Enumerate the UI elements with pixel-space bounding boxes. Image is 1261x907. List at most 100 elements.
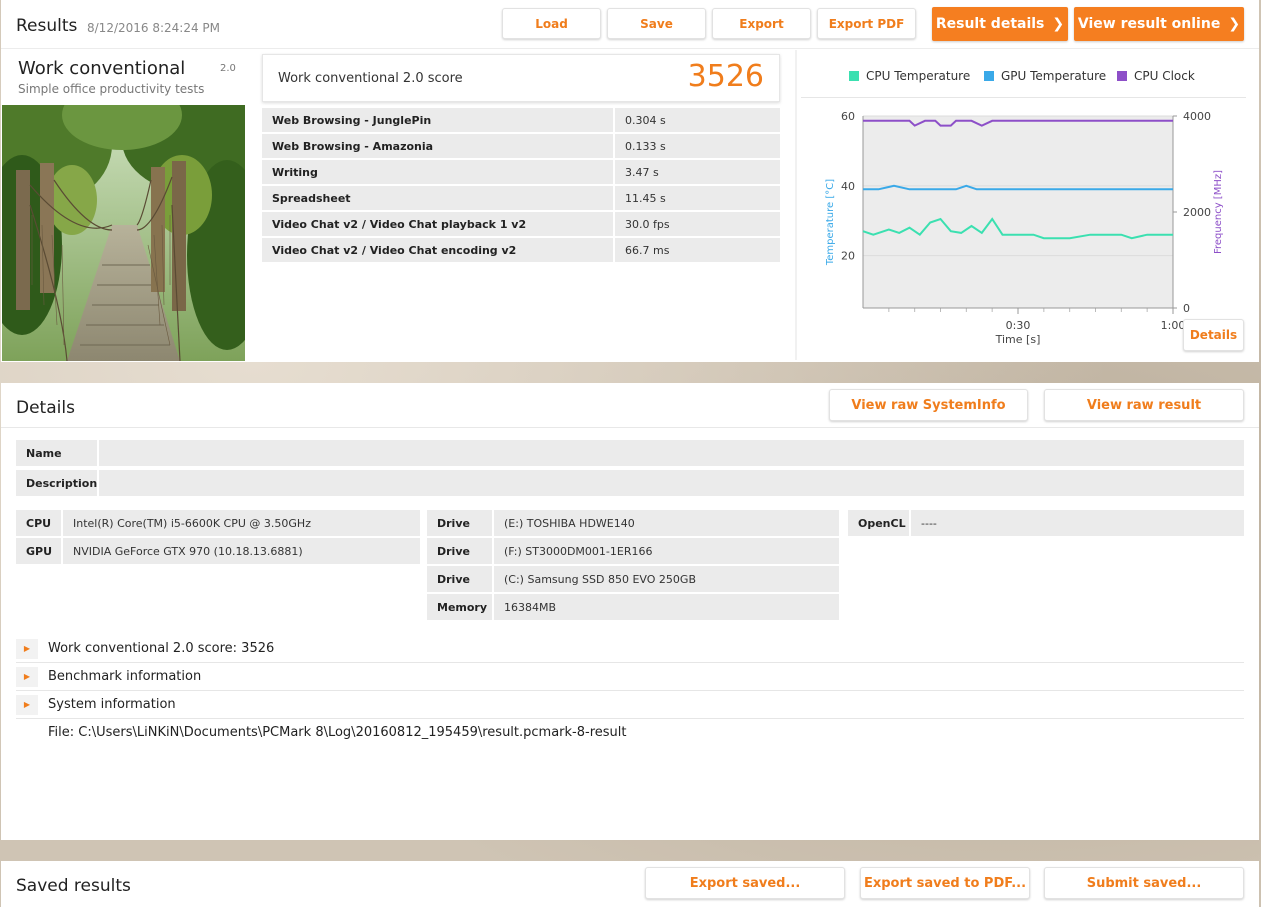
result-details-button[interactable]: Result details ❯ — [932, 7, 1068, 41]
legend-gpu-temperature: GPU Temperature — [984, 69, 1106, 83]
drive-row: Drive (C:) Samsung SSD 850 EVO 250GB — [427, 566, 839, 592]
table-row: Web Browsing - JunglePin 0.304 s — [262, 108, 780, 132]
legend-label: CPU Clock — [1134, 69, 1195, 83]
drive-value: (C:) Samsung SSD 850 EVO 250GB — [494, 566, 839, 592]
drive-value: (F:) ST3000DM001-1ER166 — [494, 538, 839, 564]
description-label: Description — [16, 470, 97, 496]
score-label: Work conventional 2.0 score — [278, 71, 463, 86]
cpu-row: CPU Intel(R) Core(TM) i5-6600K CPU @ 3.5… — [16, 510, 420, 536]
y-left-tick-label: 20 — [841, 250, 855, 263]
drive-value: (E:) TOSHIBA HDWE140 — [494, 510, 839, 536]
benchmark-version: 2.0 — [220, 63, 236, 74]
name-value — [99, 440, 1244, 466]
y-right-tick-label: 0 — [1183, 302, 1190, 315]
export-button[interactable]: Export — [712, 8, 811, 39]
table-row: Video Chat v2 / Video Chat playback 1 v2… — [262, 212, 780, 236]
gpu-row: GPU NVIDIA GeForce GTX 970 (10.18.13.688… — [16, 538, 420, 564]
table-row: Web Browsing - Amazonia 0.133 s — [262, 134, 780, 158]
legend-swatch — [849, 71, 859, 81]
details-panel: Details View raw SystemInfo View raw res… — [1, 383, 1259, 840]
subscore-name: Video Chat v2 / Video Chat encoding v2 — [262, 238, 613, 262]
monitoring-chart: 20 40 60 0 2000 4000 0:30 1:00 Time [s] Temperatu… — [825, 110, 1224, 346]
view-raw-systeminfo-button[interactable]: View raw SystemInfo — [829, 389, 1028, 421]
memory-row: Memory 16384MB — [427, 594, 839, 620]
score-value: 3526 — [687, 59, 764, 94]
drive-row: Drive (E:) TOSHIBA HDWE140 — [427, 510, 839, 536]
view-raw-result-button[interactable]: View raw result — [1044, 389, 1244, 421]
triangle-right-icon: ▶ — [16, 666, 38, 687]
details-title: Details — [16, 398, 75, 418]
subscore-value: 0.133 s — [615, 134, 780, 158]
results-header-divider — [1, 48, 1259, 49]
subscore-name: Web Browsing - Amazonia — [262, 134, 613, 158]
results-title: Results — [16, 16, 78, 36]
opencl-value: ---- — [911, 510, 1244, 536]
drive-label: Drive — [427, 510, 492, 536]
legend-label: CPU Temperature — [866, 69, 971, 83]
plot-area — [863, 116, 1173, 308]
section-system-expander[interactable]: ▶ System information — [16, 691, 1244, 719]
submit-saved-button[interactable]: Submit saved... — [1044, 867, 1244, 899]
subscore-value: 3.47 s — [615, 160, 780, 184]
drive-label: Drive — [427, 566, 492, 592]
chevron-right-icon: ❯ — [1228, 16, 1241, 32]
saved-results-title: Saved results — [16, 876, 131, 896]
x-tick-label: 1:00 — [1161, 319, 1186, 332]
score-box: Work conventional 2.0 score 3526 — [262, 54, 780, 102]
drive-row: Drive (F:) ST3000DM001-1ER166 — [427, 538, 839, 564]
gpu-value: NVIDIA GeForce GTX 970 (10.18.13.6881) — [63, 538, 420, 564]
section-label: Work conventional 2.0 score: 3526 — [48, 641, 275, 656]
view-result-online-button[interactable]: View result online ❯ — [1074, 7, 1244, 41]
x-tick-label: 0:30 — [1006, 319, 1031, 332]
subscore-name: Video Chat v2 / Video Chat playback 1 v2 — [262, 212, 613, 236]
export-pdf-button[interactable]: Export PDF — [817, 8, 916, 39]
triangle-right-icon: ▶ — [16, 694, 38, 715]
chevron-right-icon: ❯ — [1052, 16, 1065, 32]
opencl-row: OpenCL ---- — [848, 510, 1244, 536]
section-label: System information — [48, 697, 176, 712]
export-saved-button[interactable]: Export saved... — [645, 867, 845, 899]
result-file-path: File: C:\Users\LiNKiN\Documents\PCMark 8… — [48, 725, 627, 740]
subscore-name: Writing — [262, 160, 613, 184]
legend-swatch — [984, 71, 994, 81]
export-saved-pdf-button[interactable]: Export saved to PDF... — [860, 867, 1030, 899]
legend-cpu-temperature: CPU Temperature — [849, 69, 970, 83]
rope-bridge-image — [2, 105, 245, 361]
drive-label: Drive — [427, 538, 492, 564]
legend-cpu-clock: CPU Clock — [1117, 69, 1195, 83]
subscore-value: 11.45 s — [615, 186, 780, 210]
chart-details-button[interactable]: Details — [1183, 319, 1244, 351]
view-online-label: View result online — [1077, 16, 1221, 32]
y-right-tick-label: 4000 — [1183, 110, 1211, 123]
benchmark-name: Work conventional — [18, 58, 186, 79]
section-benchmark-expander[interactable]: ▶ Benchmark information — [16, 663, 1244, 691]
y-left-tick-label: 60 — [841, 110, 855, 123]
cpu-label: CPU — [16, 510, 61, 536]
memory-value: 16384MB — [494, 594, 839, 620]
section-label: Benchmark information — [48, 669, 202, 684]
opencl-label: OpenCL — [848, 510, 909, 536]
save-button[interactable]: Save — [607, 8, 706, 39]
results-panel: Results 8/12/2016 8:24:24 PM Load Save E… — [1, 0, 1259, 362]
y-right-tick-label: 2000 — [1183, 206, 1211, 219]
description-row: Description — [16, 470, 1244, 496]
legend-swatch — [1117, 71, 1127, 81]
details-header-divider — [1, 427, 1259, 428]
gpu-label: GPU — [16, 538, 61, 564]
y-right-axis-label: Frequency [MHz] — [1213, 170, 1224, 254]
table-row: Spreadsheet 11.45 s — [262, 186, 780, 210]
load-button[interactable]: Load — [502, 8, 601, 39]
benchmark-subtitle: Simple office productivity tests — [18, 82, 205, 96]
table-row: Writing 3.47 s — [262, 160, 780, 184]
result-details-label: Result details — [935, 16, 1045, 32]
memory-label: Memory — [427, 594, 492, 620]
name-label: Name — [16, 440, 97, 466]
subscore-name: Web Browsing - JunglePin — [262, 108, 613, 132]
subscore-value: 30.0 fps — [615, 212, 780, 236]
results-timestamp: 8/12/2016 8:24:24 PM — [87, 21, 221, 35]
section-score-expander[interactable]: ▶ Work conventional 2.0 score: 3526 — [16, 635, 1244, 663]
table-row: Video Chat v2 / Video Chat encoding v2 6… — [262, 238, 780, 262]
triangle-right-icon: ▶ — [16, 638, 38, 659]
y-left-axis-label: Temperature [°C] — [825, 179, 836, 266]
subscore-value: 66.7 ms — [615, 238, 780, 262]
